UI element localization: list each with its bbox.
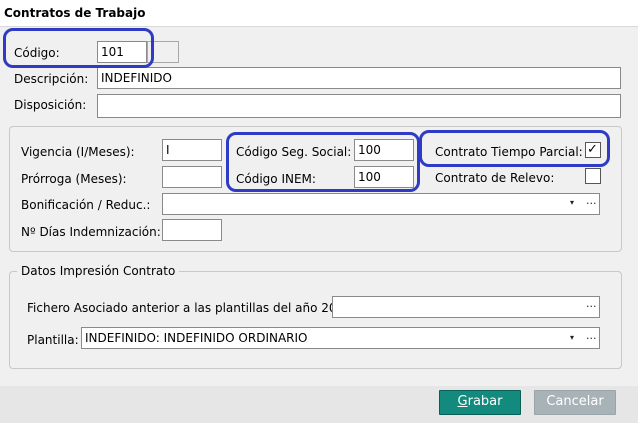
fichero-browse-icon[interactable]: ··· — [586, 300, 597, 313]
plantilla-label: Plantilla: — [27, 333, 79, 347]
grabar-label: rabar — [467, 394, 503, 409]
vigencia-input[interactable]: I — [162, 139, 222, 161]
dias-indemnizacion-label: Nº Días Indemnización: — [21, 225, 161, 239]
plantilla-dropdown-icon[interactable]: ▾ — [570, 333, 574, 342]
plantilla-browse-icon[interactable]: ··· — [586, 332, 597, 345]
grabar-button[interactable]: Grabar — [439, 390, 521, 415]
dias-indemnizacion-input[interactable] — [162, 219, 222, 241]
contrato-relevo-checkbox[interactable] — [585, 168, 601, 184]
bonificacion-select[interactable] — [162, 193, 600, 215]
grabar-accel: G — [457, 394, 468, 409]
window-title: Contratos de Trabajo — [4, 6, 146, 20]
cancelar-button[interactable]: Cancelar — [534, 390, 616, 415]
disposicion-label: Disposición: — [14, 98, 87, 112]
vigencia-label: Vigencia (I/Meses): — [21, 145, 135, 159]
bonificacion-browse-icon[interactable]: ··· — [586, 197, 597, 210]
bonificacion-dropdown-icon[interactable]: ▾ — [570, 198, 574, 207]
codigos-highlight — [226, 132, 420, 192]
impresion-group-title: Datos Impresión Contrato — [17, 264, 180, 278]
prorroga-input[interactable] — [162, 166, 222, 188]
contrato-relevo-label: Contrato de Relevo: — [435, 171, 555, 185]
bonificacion-label: Bonificación / Reduc.: — [21, 198, 151, 212]
tiempo-parcial-highlight — [419, 130, 610, 167]
impresion-group — [9, 271, 622, 369]
fichero-label: Fichero Asociado anterior a las plantill… — [27, 301, 356, 315]
disposicion-input[interactable] — [97, 94, 621, 118]
plantilla-select[interactable]: INDEFINIDO: INDEFINIDO ORDINARIO — [81, 327, 600, 349]
prorroga-label: Prórroga (Meses): — [21, 172, 127, 186]
descripcion-label: Descripción: — [14, 72, 89, 86]
fichero-input[interactable] — [332, 296, 600, 318]
codigo-highlight — [3, 28, 154, 68]
descripcion-input[interactable]: INDEFINIDO — [97, 67, 621, 89]
